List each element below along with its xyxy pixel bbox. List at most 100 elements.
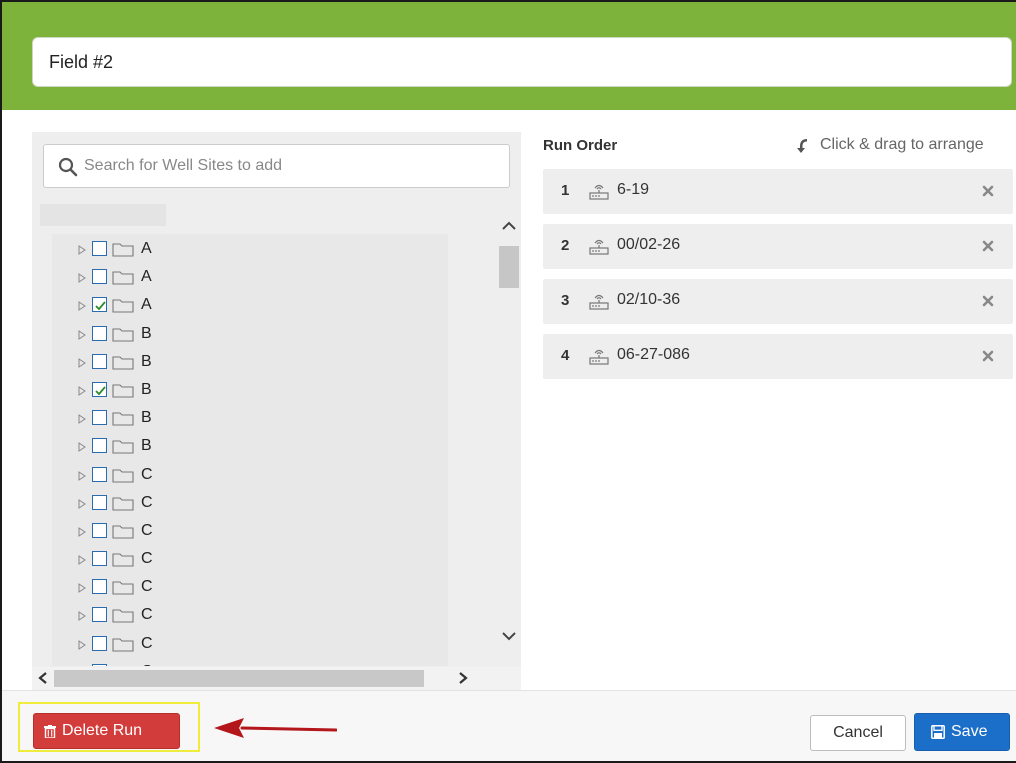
tree-item-label: B: [141, 380, 152, 398]
well-site-icon: [589, 184, 609, 200]
expand-triangle-icon[interactable]: [78, 357, 86, 368]
folder-icon: [112, 525, 134, 539]
well-site-panel: AAABBBBBCCCCCCCC: [32, 132, 521, 690]
site-checkbox[interactable]: [92, 607, 107, 623]
tree-row[interactable]: B: [38, 349, 498, 377]
expand-triangle-icon[interactable]: [78, 470, 86, 481]
site-checkbox[interactable]: [92, 551, 107, 567]
tree-row[interactable]: C: [38, 462, 498, 490]
tree-item-label: B: [141, 352, 152, 370]
run-order-number: 2: [561, 237, 570, 254]
expand-triangle-icon[interactable]: [78, 329, 86, 340]
run-order-item[interactable]: 2 00/02-26: [543, 224, 1013, 269]
cancel-button[interactable]: Cancel: [810, 715, 906, 751]
tree-item-label: C: [141, 521, 153, 539]
header-bar: Field #2: [2, 2, 1016, 110]
expand-triangle-icon[interactable]: [78, 414, 86, 425]
folder-icon: [112, 356, 134, 370]
tree-item-label: A: [141, 240, 152, 257]
tree-row[interactable]: B: [38, 377, 498, 405]
site-checkbox[interactable]: [92, 297, 107, 313]
expand-triangle-icon[interactable]: [78, 245, 86, 255]
run-order-item[interactable]: 3 02/10-36: [543, 279, 1013, 324]
site-checkbox[interactable]: [92, 579, 107, 595]
tree-row[interactable]: A: [38, 236, 498, 264]
tree-item-label: B: [141, 409, 152, 427]
expand-triangle-icon[interactable]: [78, 611, 86, 622]
horizontal-scroll-thumb[interactable]: [54, 670, 424, 687]
expand-triangle-icon[interactable]: [78, 498, 86, 509]
expand-triangle-icon[interactable]: [78, 273, 86, 284]
drag-hint: Click & drag to arrange: [796, 135, 1016, 157]
expand-triangle-icon[interactable]: [78, 583, 86, 594]
scroll-left-icon[interactable]: [36, 671, 50, 685]
folder-icon: [112, 243, 134, 257]
run-name-field[interactable]: Field #2: [32, 37, 1012, 87]
site-checkbox[interactable]: [92, 522, 107, 538]
folder-icon: [112, 638, 134, 652]
scroll-right-icon[interactable]: [456, 671, 470, 685]
run-order-number: 4: [561, 347, 570, 364]
scroll-up-icon[interactable]: [501, 218, 517, 234]
site-checkbox[interactable]: [92, 635, 107, 651]
tree-row[interactable]: A: [38, 292, 498, 320]
remove-icon[interactable]: [981, 184, 995, 198]
expand-triangle-icon[interactable]: [78, 526, 86, 537]
expand-triangle-icon[interactable]: [78, 442, 86, 453]
tree-row[interactable]: C: [38, 574, 498, 602]
site-checkbox[interactable]: [92, 269, 107, 285]
run-order-item[interactable]: 4 06-27-086: [543, 334, 1013, 379]
tree-header-strip: [40, 204, 166, 226]
site-checkbox[interactable]: [92, 410, 107, 426]
expand-triangle-icon[interactable]: [78, 555, 86, 565]
tree-row[interactable]: C: [38, 490, 498, 518]
tree-row[interactable]: C: [38, 659, 498, 666]
save-disk-icon: [931, 725, 945, 739]
site-checkbox[interactable]: [92, 466, 107, 482]
expand-triangle-icon[interactable]: [78, 639, 86, 650]
tree-row[interactable]: B: [38, 405, 498, 433]
site-checkbox[interactable]: [92, 241, 107, 256]
folder-icon: [112, 497, 134, 511]
save-label: Save: [951, 723, 988, 740]
tree-row[interactable]: C: [38, 546, 498, 574]
expand-triangle-icon[interactable]: [78, 301, 86, 312]
site-checkbox[interactable]: [92, 663, 107, 666]
tree-item-label: B: [141, 324, 152, 342]
scroll-down-icon[interactable]: [501, 628, 517, 644]
site-checkbox[interactable]: [92, 494, 107, 510]
remove-icon[interactable]: [981, 239, 995, 253]
search-input[interactable]: [84, 145, 504, 187]
vertical-scrollbar[interactable]: [498, 218, 520, 670]
run-order-label: 6-19: [617, 181, 650, 198]
tree-row[interactable]: B: [38, 321, 498, 349]
site-checkbox[interactable]: [92, 381, 107, 397]
site-checkbox[interactable]: [92, 353, 107, 369]
well-site-icon: [589, 294, 609, 310]
tree-item-label: C: [141, 578, 153, 596]
run-order-item[interactable]: 1 6-19: [543, 169, 1013, 214]
expand-triangle-icon[interactable]: [78, 386, 86, 396]
horizontal-scrollbar[interactable]: [32, 667, 521, 690]
remove-icon[interactable]: [981, 349, 995, 363]
tree-row[interactable]: B: [38, 433, 498, 461]
folder-icon: [112, 665, 134, 666]
folder-icon: [112, 609, 134, 623]
site-checkbox[interactable]: [92, 438, 107, 454]
tree-row[interactable]: C: [38, 602, 498, 630]
vertical-scroll-thumb[interactable]: [499, 246, 519, 288]
well-site-tree: AAABBBBBCCCCCCCC: [38, 204, 498, 666]
tree-item-label: A: [141, 268, 152, 286]
folder-icon: [112, 412, 134, 426]
delete-run-button[interactable]: Delete Run: [33, 713, 180, 749]
site-checkbox[interactable]: [92, 325, 107, 341]
remove-icon[interactable]: [981, 294, 995, 308]
tree-list: AAABBBBBCCCCCCCC: [38, 236, 498, 666]
folder-icon: [112, 468, 134, 483]
tree-row[interactable]: A: [38, 264, 498, 292]
well-site-icon: [589, 349, 609, 365]
tree-row[interactable]: C: [38, 518, 498, 546]
tree-item-label: C: [141, 606, 153, 624]
tree-row[interactable]: C: [38, 631, 498, 659]
save-button[interactable]: Save: [914, 713, 1010, 751]
